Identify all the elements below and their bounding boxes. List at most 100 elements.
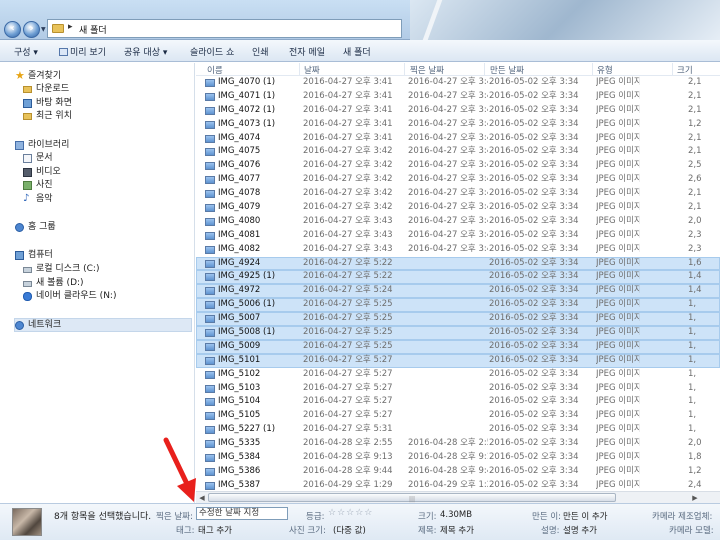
desktop-icon <box>23 99 32 108</box>
col-name[interactable]: 이름 <box>207 64 223 76</box>
back-button[interactable]: ‹ <box>4 21 21 38</box>
file-created-date: 2016-05-02 오후 3:34 <box>489 90 579 101</box>
title-field[interactable]: 제목 추가 <box>440 524 474 536</box>
file-row[interactable]: IMG_5104 2016-04-27 오후 5:27 2016-05-02 오후 … <box>196 395 720 409</box>
nav-pictures[interactable]: 사진 <box>23 179 53 192</box>
jpeg-file-icon <box>205 176 215 185</box>
file-type: JPEG 이미지 <box>596 340 640 351</box>
col-date[interactable]: 날짜 <box>304 64 320 76</box>
print-button[interactable]: 인쇄 <box>252 45 269 58</box>
file-row[interactable]: IMG_5103 2016-04-27 오후 5:27 2016-05-02 오후 … <box>196 382 720 396</box>
file-row[interactable]: IMG_5386 2016-04-28 오후 9:44 2016-04-28 오후 … <box>196 465 720 479</box>
command-bar: 구성 ▾ 미리 보기 공유 대상 ▾ 슬라이드 쇼 인쇄 전자 메일 새 폴더 <box>0 40 720 62</box>
recent-pages-dropdown[interactable]: ▼ <box>41 26 46 33</box>
file-list[interactable]: 이름 날짜 찍은 날짜 만든 날짜 유형 크기 IMG_4070 (1) 2016… <box>196 63 720 503</box>
file-row[interactable]: IMG_4082 2016-04-27 오후 3:43 2016-04-27 오후 … <box>196 243 720 257</box>
column-divider[interactable] <box>404 63 405 76</box>
file-row[interactable]: IMG_5006 (1) 2016-04-27 오후 5:25 2016-05-02… <box>196 298 720 313</box>
preview-button[interactable]: 미리 보기 <box>59 45 106 58</box>
column-divider[interactable] <box>299 63 300 76</box>
slideshow-button[interactable]: 슬라이드 쇼 <box>190 45 234 58</box>
column-divider[interactable] <box>484 63 485 76</box>
scrollbar-thumb[interactable]: ||| <box>208 493 616 503</box>
organize-button[interactable]: 구성 ▾ <box>14 45 38 58</box>
nav-videos[interactable]: 비디오 <box>23 166 61 179</box>
file-taken-date: 2016-04-28 오후 2:55 <box>408 438 488 449</box>
nav-desktop[interactable]: 바탕 화면 <box>23 97 72 110</box>
file-row[interactable]: IMG_5227 (1) 2016-04-27 오후 5:31 2016-05-02… <box>196 423 720 437</box>
column-divider[interactable] <box>592 63 593 76</box>
col-taken[interactable]: 찍은 날짜 <box>410 64 444 76</box>
nav-label: 라이브러리 <box>28 140 70 150</box>
file-row[interactable]: IMG_4078 2016-04-27 오후 3:42 2016-04-27 오후 … <box>196 187 720 201</box>
file-created-date: 2016-05-02 오후 3:34 <box>489 174 579 185</box>
file-row[interactable]: IMG_5009 2016-04-27 오후 5:25 2016-05-02 오후 … <box>196 339 720 354</box>
file-date: 2016-04-28 오후 9:44 <box>303 465 393 476</box>
nav-favorites[interactable]: ★ 즐겨찾기 <box>15 69 61 83</box>
file-rows: IMG_4070 (1) 2016-04-27 오후 3:41 2016-04-27… <box>196 76 720 493</box>
file-row[interactable]: IMG_4076 2016-04-27 오후 3:42 2016-04-27 오후 … <box>196 159 720 173</box>
jpeg-file-icon <box>205 440 215 449</box>
preview-icon <box>59 48 68 56</box>
file-date: 2016-04-27 오후 5:27 <box>303 396 393 407</box>
comment-field[interactable]: 설명 추가 <box>563 524 597 536</box>
col-created[interactable]: 만든 날짜 <box>490 64 524 76</box>
file-row[interactable]: IMG_4071 (1) 2016-04-27 오후 3:41 2016-04-27… <box>196 90 720 104</box>
file-row[interactable]: IMG_4079 2016-04-27 오후 3:42 2016-04-27 오후 … <box>196 201 720 215</box>
taken-date-field[interactable]: 수정한 날짜 지정 <box>196 507 288 520</box>
nav-new-volume[interactable]: 새 볼륨 (D:) <box>23 277 84 290</box>
email-button[interactable]: 전자 메일 <box>289 45 325 58</box>
file-row[interactable]: IMG_5384 2016-04-28 오후 9:13 2016-04-28 오후 … <box>196 451 720 465</box>
scroll-right-arrow[interactable]: ▶ <box>690 493 700 503</box>
nav-network[interactable]: 네트워크 <box>15 319 61 332</box>
file-size: 2,0 <box>688 215 702 226</box>
creator-field[interactable]: 만든 이 추가 <box>563 510 608 522</box>
address-folder[interactable]: 새 폴더 <box>79 23 107 36</box>
nav-documents[interactable]: 문서 <box>23 152 53 165</box>
file-row[interactable]: IMG_5007 2016-04-27 오후 5:25 2016-05-02 오후 … <box>196 312 720 327</box>
nav-naver-cloud[interactable]: 네이버 클라우드 (N:) <box>23 290 116 303</box>
file-row[interactable]: IMG_5102 2016-04-27 오후 5:27 2016-05-02 오후 … <box>196 368 720 382</box>
col-type[interactable]: 유형 <box>597 64 613 76</box>
col-size[interactable]: 크기 <box>677 64 693 76</box>
file-row[interactable]: IMG_4077 2016-04-27 오후 3:42 2016-04-27 오후 … <box>196 173 720 187</box>
file-row[interactable]: IMG_5105 2016-04-27 오후 5:27 2016-05-02 오후 … <box>196 409 720 423</box>
file-name: IMG_4080 <box>218 215 261 226</box>
nav-label: 다운로드 <box>36 84 70 94</box>
nav-libraries[interactable]: 라이브러리 <box>15 139 70 152</box>
new-folder-button[interactable]: 새 폴더 <box>343 45 371 58</box>
file-created-date: 2016-05-02 오후 3:34 <box>489 188 579 199</box>
videos-icon <box>23 168 32 177</box>
nav-local-disk[interactable]: 로컬 디스크 (C:) <box>23 263 99 276</box>
file-created-date: 2016-05-02 오후 3:34 <box>489 118 579 129</box>
file-row[interactable]: IMG_5101 2016-04-27 오후 5:27 2016-05-02 오후 … <box>196 353 720 368</box>
nav-downloads[interactable]: 다운로드 <box>23 83 70 96</box>
file-row[interactable]: IMG_4074 2016-04-27 오후 3:41 2016-04-27 오후 … <box>196 132 720 146</box>
file-row[interactable]: IMG_4925 (1) 2016-04-27 오후 5:22 2016-05-02… <box>196 270 720 285</box>
address-separator[interactable]: ▸ <box>68 22 73 32</box>
file-row[interactable]: IMG_4073 (1) 2016-04-27 오후 3:41 2016-04-27… <box>196 118 720 132</box>
nav-recent[interactable]: 최근 위치 <box>23 110 72 123</box>
file-row[interactable]: IMG_5335 2016-04-28 오후 2:55 2016-04-28 오후 … <box>196 437 720 451</box>
file-taken-date: 2016-04-27 오후 3:43 <box>408 229 488 240</box>
nav-music[interactable]: ♪ 음악 <box>23 193 53 206</box>
file-row[interactable]: IMG_5008 (1) 2016-04-27 오후 5:25 2016-05-02… <box>196 326 720 340</box>
tags-field[interactable]: 태그 추가 <box>198 524 232 536</box>
address-bar[interactable]: ▸ 새 폴더 <box>47 19 402 38</box>
star-icon: ★ <box>15 69 25 82</box>
nav-computer[interactable]: 컴퓨터 <box>15 249 53 262</box>
file-row[interactable]: IMG_4081 2016-04-27 오후 3:43 2016-04-27 오후 … <box>196 229 720 243</box>
share-button[interactable]: 공유 대상 ▾ <box>124 45 167 58</box>
forward-button[interactable]: › <box>23 21 40 38</box>
file-row[interactable]: IMG_4972 2016-04-27 오후 5:24 2016-05-02 오후 … <box>196 284 720 299</box>
file-row[interactable]: IMG_4075 2016-04-27 오후 3:42 2016-04-27 오후 … <box>196 145 720 159</box>
file-row[interactable]: IMG_4924 2016-04-27 오후 5:22 2016-05-02 오후 … <box>196 256 720 271</box>
column-divider[interactable] <box>672 63 673 76</box>
file-row[interactable]: IMG_4072 (1) 2016-04-27 오후 3:41 2016-04-27… <box>196 104 720 118</box>
file-name: IMG_5101 <box>218 354 261 365</box>
rating-stars[interactable]: ☆☆☆☆☆ <box>328 508 373 518</box>
file-row[interactable]: IMG_4070 (1) 2016-04-27 오후 3:41 2016-04-27… <box>196 76 720 90</box>
nav-homegroup[interactable]: 홈 그룹 <box>15 221 56 234</box>
horizontal-scrollbar[interactable]: ◀ ||| ▶ <box>196 491 720 503</box>
file-row[interactable]: IMG_4080 2016-04-27 오후 3:43 2016-04-27 오후 … <box>196 215 720 229</box>
